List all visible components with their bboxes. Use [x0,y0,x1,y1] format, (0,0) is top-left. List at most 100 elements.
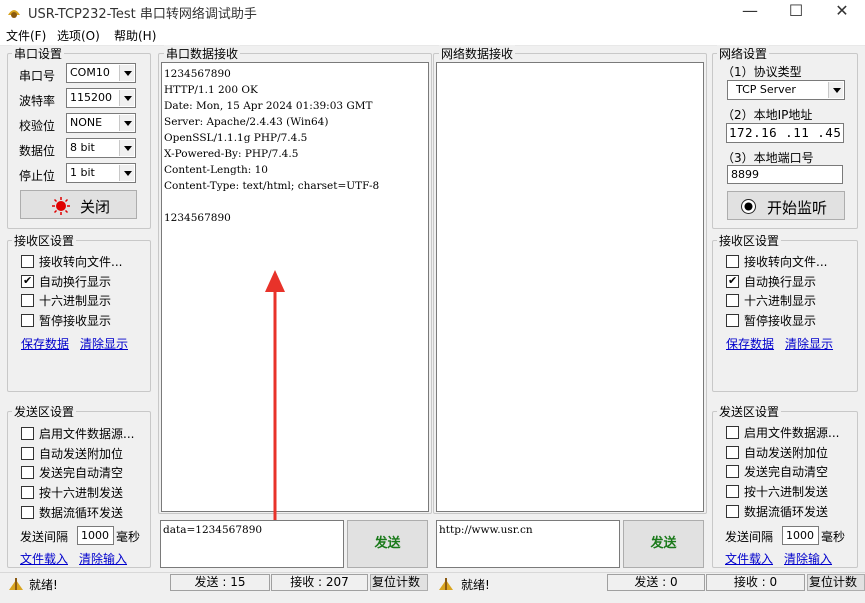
menu-help[interactable]: 帮助(H) [114,27,156,44]
stopbits-value: 1 bit [70,166,95,179]
protocol-select[interactable]: TCP Server [727,80,845,100]
serial-receive-line: Server: Apache/2.4.43 (Win64) [164,116,329,128]
right-recv-option-checkbox[interactable] [726,314,739,328]
left-recv-option-checkbox[interactable] [21,314,34,328]
right-send-option-label[interactable]: 按十六进制发送 [744,483,828,500]
right-send-option-checkbox[interactable] [726,485,739,499]
right-sent-count: 发送 : 0 [607,574,705,591]
minimize-button[interactable]: — [727,0,773,24]
serial-receive-line: X-Powered-By: PHP/7.4.5 [164,148,299,160]
left-send-option-label[interactable]: 启用文件数据源... [39,425,134,442]
antenna-icon [439,578,453,590]
right-recv-option-label[interactable]: 自动换行显示 [744,273,816,290]
left-send-option-label[interactable]: 自动发送附加位 [39,445,123,462]
serial-receive-textarea[interactable]: 1234567890 HTTP/1.1 200 OK Date: Mon, 15 A… [161,62,429,512]
databits-label: 数据位 [19,144,56,158]
close-port-button[interactable]: 关闭 [20,190,137,219]
right-recv-option-label[interactable]: 接收转向文件... [744,253,827,270]
serial-receive-line: HTTP/1.1 200 OK [164,84,258,96]
serial-receive-label: 串口数据接收 [164,45,241,62]
databits-select[interactable]: 8 bit [66,138,136,158]
right-recv-option-label[interactable]: 十六进制显示 [744,292,816,309]
right-clear-input-link[interactable]: 清除输入 [784,550,832,567]
maximize-button[interactable]: ☐ [773,0,819,24]
right-recv-settings-label: 接收区设置 [717,232,782,249]
ip-label: （2）本地IP地址 [722,108,813,122]
window-title: USR-TCP232-Test 串口转网络调试助手 [28,7,257,22]
right-recv-option-checkbox[interactable] [726,294,739,308]
right-clear-display-link[interactable]: 清除显示 [785,335,833,352]
left-send-option-checkbox[interactable] [21,466,34,480]
left-recv-option-label[interactable]: 十六进制显示 [39,292,111,309]
left-status-ready: 就绪! [29,578,58,592]
parity-select[interactable]: NONE [66,113,136,133]
port-value: COM10 [70,66,110,79]
local-port-label: （3）本地端口号 [722,151,814,165]
title-bar: USR-TCP232-Test 串口转网络调试助手 — ☐ ✕ [0,0,865,24]
databits-value: 8 bit [70,141,95,154]
stopbits-select[interactable]: 1 bit [66,163,136,183]
net-send-button[interactable]: 发送 [623,520,704,568]
serial-send-button[interactable]: 发送 [347,520,428,568]
serial-receive-line [164,194,379,210]
chevron-down-icon [828,82,843,98]
left-clear-display-link[interactable]: 清除显示 [80,335,128,352]
right-file-load-link[interactable]: 文件载入 [725,550,773,567]
net-receive-textarea[interactable] [436,62,704,512]
right-send-option-checkbox[interactable] [726,426,739,439]
left-interval-input[interactable]: 1000 [77,526,114,545]
start-listen-button[interactable]: 开始监听 [727,191,845,220]
left-reset-count-button[interactable]: 复位计数 [370,574,428,591]
left-save-data-link[interactable]: 保存数据 [21,335,69,352]
right-reset-count-button[interactable]: 复位计数 [807,574,865,591]
left-recv-option-checkbox[interactable] [21,274,34,288]
left-recv-option-checkbox[interactable] [21,294,34,308]
left-recv-option-label[interactable]: 接收转向文件... [39,253,122,270]
app-icon [6,3,22,19]
menu-file[interactable]: 文件(F) [6,27,46,44]
menu-options[interactable]: 选项(O) [57,27,100,44]
left-send-option-label[interactable]: 数据流循环发送 [39,504,123,521]
right-send-option-label[interactable]: 发送完自动清空 [744,463,828,480]
right-send-option-checkbox[interactable] [726,445,739,459]
right-send-option-label[interactable]: 数据流循环发送 [744,503,828,520]
left-file-load-link[interactable]: 文件载入 [20,550,68,567]
left-send-settings-label: 发送区设置 [12,403,77,420]
right-send-option-checkbox[interactable] [726,465,739,479]
close-port-label: 关闭 [80,198,111,216]
left-clear-input-link[interactable]: 清除输入 [79,550,127,567]
right-interval-input[interactable]: 1000 [782,526,819,545]
port-select[interactable]: COM10 [66,63,136,83]
baud-select[interactable]: 115200 [66,88,136,108]
serial-send-text: data=1234567890 [163,524,263,536]
left-send-option-label[interactable]: 发送完自动清空 [39,464,123,481]
right-status-ready: 就绪! [461,578,490,592]
serial-settings-label: 串口设置 [12,45,65,62]
local-ip-input[interactable]: 172.16 .11 .45 [726,123,844,143]
left-recv-option-checkbox[interactable] [21,255,34,268]
left-sent-count: 发送 : 15 [170,574,270,591]
left-send-option-checkbox[interactable] [21,505,34,519]
right-save-data-link[interactable]: 保存数据 [726,335,774,352]
baud-value: 115200 [70,91,112,104]
left-send-option-label[interactable]: 按十六进制发送 [39,484,123,501]
right-recv-option-checkbox[interactable] [726,255,739,268]
chevron-down-icon [119,65,134,81]
right-recv-option-label[interactable]: 暂停接收显示 [744,312,816,329]
right-send-option-checkbox[interactable] [726,504,739,518]
close-window-button[interactable]: ✕ [819,0,865,24]
right-interval-label: 发送间隔 [725,530,774,544]
left-send-option-checkbox[interactable] [21,427,34,440]
serial-send-textarea[interactable]: data=1234567890 [160,520,344,568]
stopbits-label: 停止位 [19,169,56,183]
left-recv-option-label[interactable]: 自动换行显示 [39,273,111,290]
parity-value: NONE [70,116,103,129]
left-send-option-checkbox[interactable] [21,486,34,500]
local-port-input[interactable]: 8899 [727,165,843,184]
right-send-option-label[interactable]: 自动发送附加位 [744,444,828,461]
right-send-option-label[interactable]: 启用文件数据源... [744,424,839,441]
right-recv-option-checkbox[interactable] [726,274,739,288]
net-send-textarea[interactable]: http://www.usr.cn [436,520,620,568]
left-recv-option-label[interactable]: 暂停接收显示 [39,312,111,329]
left-send-option-checkbox[interactable] [21,446,34,460]
